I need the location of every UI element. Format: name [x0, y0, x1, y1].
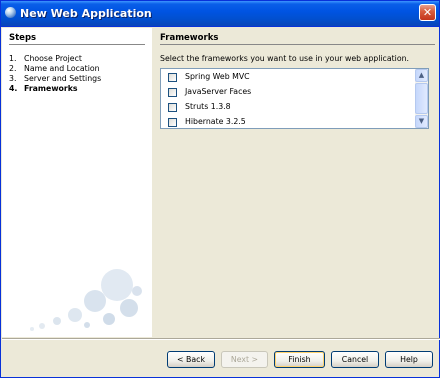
close-icon: ✕	[422, 6, 433, 19]
help-button[interactable]: Help	[385, 351, 433, 368]
frameworks-instruction: Select the frameworks you want to use in…	[160, 54, 410, 63]
framework-item-javaserver-faces[interactable]: JavaServer Faces	[161, 85, 416, 100]
step-label: Name and Location	[24, 64, 100, 73]
step-label: Choose Project	[24, 54, 82, 63]
step-choose-project: 1. Choose Project	[9, 54, 149, 64]
scroll-down-button[interactable]: ▼	[415, 115, 428, 128]
step-server-and-settings: 3. Server and Settings	[9, 74, 149, 84]
dialog-window: New Web Application ✕ Steps 1. Choose Pr…	[0, 0, 440, 378]
framework-label: JavaServer Faces	[185, 87, 252, 96]
next-button[interactable]: Next >	[221, 351, 268, 368]
step-label: Frameworks	[24, 84, 78, 93]
framework-checkbox[interactable]	[168, 88, 177, 97]
cancel-button[interactable]: Cancel	[331, 351, 379, 368]
steps-panel: Steps 1. Choose Project 2. Name and Loca…	[2, 28, 152, 337]
chevron-up-icon: ▲	[418, 71, 425, 79]
scroll-up-button[interactable]: ▲	[415, 69, 428, 82]
list-scrollbar[interactable]: ▲ ▼	[415, 69, 428, 128]
framework-item-spring-web-mvc[interactable]: Spring Web MVC	[161, 70, 416, 85]
framework-item-struts[interactable]: Struts 1.3.8	[161, 100, 416, 115]
framework-checkbox[interactable]	[168, 103, 177, 112]
step-number: 4.	[9, 84, 18, 93]
window-title: New Web Application	[20, 7, 152, 20]
decorative-bubbles-image	[30, 269, 142, 331]
framework-checkbox[interactable]	[168, 73, 177, 82]
framework-item-hibernate[interactable]: Hibernate 3.2.5	[161, 115, 416, 128]
steps-heading: Steps	[9, 33, 37, 43]
scroll-thumb[interactable]	[415, 83, 428, 114]
frameworks-divider	[160, 44, 435, 45]
framework-label: Spring Web MVC	[185, 72, 250, 81]
globe-icon	[5, 7, 16, 18]
step-number: 3.	[9, 74, 17, 83]
step-label: Server and Settings	[24, 74, 102, 83]
close-button[interactable]: ✕	[419, 4, 436, 21]
back-button[interactable]: < Back	[167, 351, 215, 368]
framework-checkbox[interactable]	[168, 118, 177, 127]
step-number: 1.	[9, 54, 17, 63]
title-bar[interactable]: New Web Application ✕	[1, 1, 439, 27]
footer-divider-highlight	[2, 339, 440, 340]
finish-button[interactable]: Finish	[274, 351, 325, 368]
chevron-down-icon: ▼	[418, 117, 425, 125]
frameworks-panel: Frameworks Select the frameworks you wan…	[153, 28, 439, 337]
step-number: 2.	[9, 64, 17, 73]
frameworks-heading: Frameworks	[160, 33, 219, 43]
steps-divider	[9, 44, 145, 45]
framework-label: Hibernate 3.2.5	[185, 117, 246, 126]
steps-list: 1. Choose Project 2. Name and Location 3…	[9, 54, 149, 94]
framework-label: Struts 1.3.8	[185, 102, 231, 111]
frameworks-list[interactable]: Spring Web MVC JavaServer Faces Struts 1…	[160, 68, 429, 129]
step-name-and-location: 2. Name and Location	[9, 64, 149, 74]
step-frameworks: 4. Frameworks	[9, 84, 149, 94]
